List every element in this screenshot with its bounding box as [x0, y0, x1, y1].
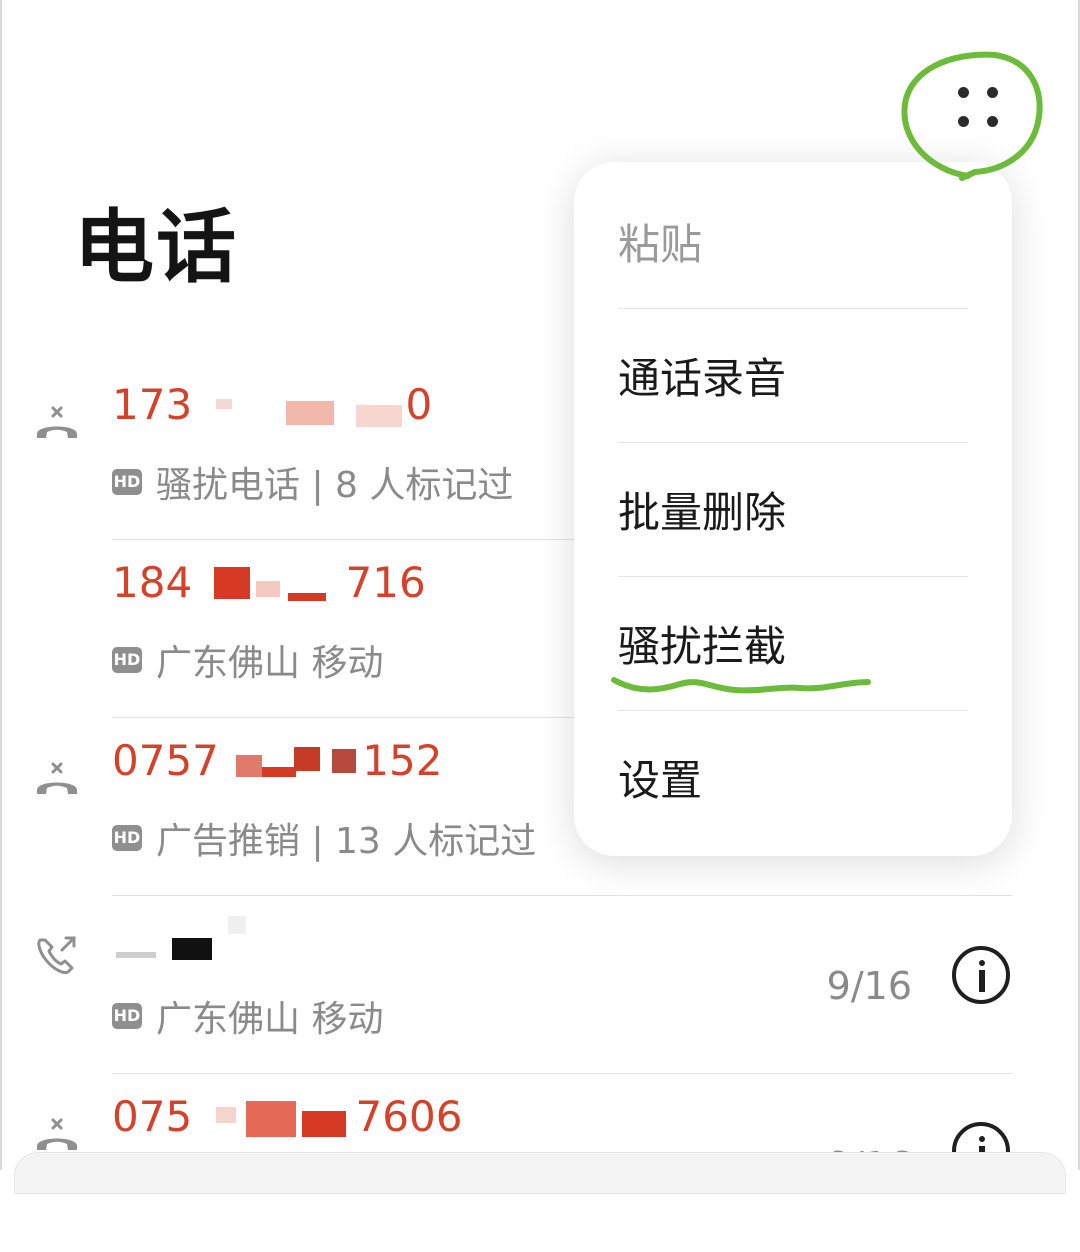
- menu-item-paste[interactable]: 粘贴: [618, 174, 968, 309]
- caller-number: 184 716: [112, 558, 426, 607]
- call-subtitle: HD 广东佛山 移动: [112, 634, 383, 686]
- call-subtitle-text: 广告推销 | 13 人标记过: [156, 821, 537, 862]
- call-subtitle: HD 广告推销 | 13 人标记过: [112, 812, 536, 864]
- caller-number: [112, 916, 252, 969]
- info-icon-dot: [979, 1136, 985, 1142]
- hd-badge-icon: HD: [112, 825, 142, 851]
- call-subtitle-text: 广东佛山 移动: [156, 643, 384, 684]
- menu-item-batch-delete[interactable]: 批量删除: [618, 442, 968, 577]
- menu-item-label: 粘贴: [618, 219, 703, 269]
- caller-number: 0757 152: [112, 736, 443, 785]
- info-icon-bar: [979, 970, 985, 992]
- call-subtitle-text: 广东佛山 移动: [156, 999, 384, 1040]
- overflow-menu: 粘贴 通话录音 批量删除 骚扰拦截 设置: [574, 162, 1012, 856]
- menu-item-label: 批量删除: [618, 487, 787, 537]
- bottom-search-bar[interactable]: [14, 1152, 1066, 1194]
- call-log-row[interactable]: HD 广东佛山 移动 9/16: [0, 896, 1080, 1074]
- call-subtitle-text: 骚扰电话 | 8 人标记过: [156, 465, 514, 506]
- hd-badge-icon: HD: [112, 469, 142, 495]
- phone-screen: 电话 173 0 HD 骚扰电话 | 8 人标记过 184 716 HD 广东佛…: [0, 0, 1080, 1194]
- hd-badge-icon: HD: [112, 647, 142, 673]
- info-icon[interactable]: [952, 946, 1010, 1004]
- missed-call-icon: [37, 406, 77, 438]
- outgoing-call-icon: [37, 936, 76, 974]
- info-icon-dot: [979, 960, 985, 966]
- menu-item-label: 骚扰拦截: [618, 621, 787, 671]
- menu-item-call-recording[interactable]: 通话录音: [618, 308, 968, 443]
- call-time: 9/16: [826, 964, 912, 1008]
- hd-badge-icon: HD: [112, 1003, 142, 1029]
- call-subtitle: HD 广东佛山 移动: [112, 990, 383, 1042]
- menu-item-label: 通话录音: [618, 353, 787, 403]
- missed-call-icon: [37, 762, 77, 794]
- call-subtitle: HD 骚扰电话 | 8 人标记过: [112, 456, 513, 508]
- caller-number: 075 7606: [112, 1092, 463, 1141]
- menu-item-harassment-block[interactable]: 骚扰拦截: [618, 576, 968, 711]
- menu-item-settings[interactable]: 设置: [618, 710, 968, 844]
- menu-item-label: 设置: [618, 755, 703, 805]
- missed-call-icon: [37, 1118, 77, 1150]
- caller-number: 173 0: [112, 380, 433, 429]
